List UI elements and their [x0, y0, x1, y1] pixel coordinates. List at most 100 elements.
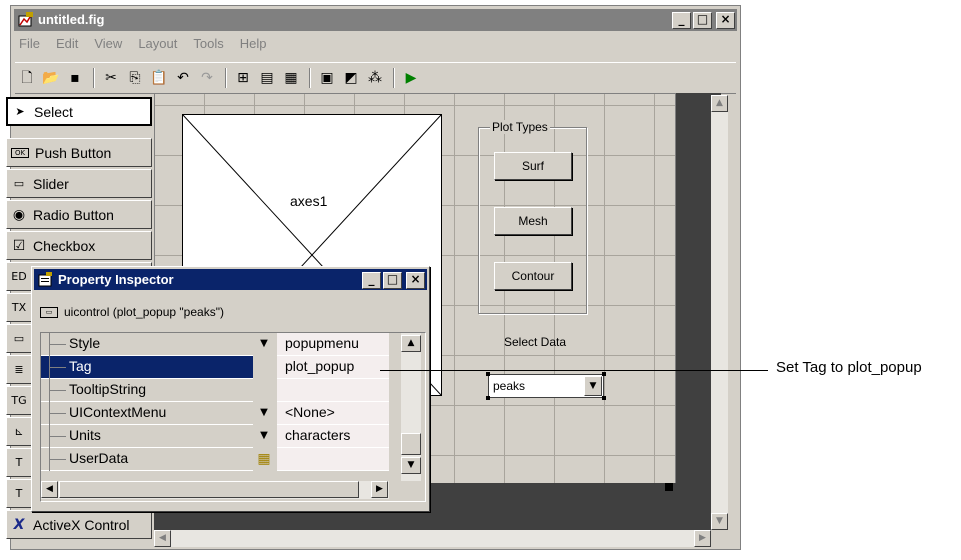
chevron-down-icon[interactable]: ▼	[584, 376, 602, 396]
scroll-thumb[interactable]	[401, 433, 421, 455]
palette-select[interactable]: ➤ Select	[6, 97, 152, 126]
property-value-text: characters	[285, 427, 351, 443]
property-value[interactable]: characters	[277, 425, 389, 448]
chevron-down-icon[interactable]: ▼	[253, 404, 275, 422]
contour-button[interactable]: Contour	[494, 262, 572, 290]
property-name-text: UserData	[69, 450, 129, 466]
inspector-object-label: uicontrol (plot_popup "peaks")	[64, 305, 224, 319]
palette-checkbox[interactable]: ☑ Checkbox	[6, 231, 152, 260]
selection-handle[interactable]	[486, 396, 490, 400]
axes-label: axes1	[288, 193, 330, 209]
horizontal-scrollbar[interactable]: ◀ ▶	[154, 530, 711, 547]
chevron-down-icon[interactable]: ▼	[253, 427, 275, 445]
property-inspector-icon	[38, 272, 52, 287]
menu-tools[interactable]: Tools	[191, 35, 225, 55]
property-value[interactable]	[277, 448, 389, 471]
scroll-up-icon[interactable]: ▲	[711, 95, 728, 112]
surf-button[interactable]: Surf	[494, 152, 572, 180]
inspector-minimize-button[interactable]: _	[362, 272, 381, 289]
edit-text-icon: ED	[11, 270, 27, 283]
property-value-text: <None>	[285, 404, 335, 420]
property-name-text: TooltipString	[69, 381, 147, 397]
palette-label: Push Button	[35, 144, 112, 161]
menu-edit[interactable]: Edit	[54, 35, 80, 55]
inspector-title: Property Inspector	[58, 272, 174, 287]
property-inspector-icon[interactable]: ◩	[341, 68, 361, 88]
palette-label: ActiveX Control	[33, 516, 130, 533]
property-row-uicontextmenu[interactable]: UIContextMenu ▼ <None>	[41, 402, 423, 425]
menu-help[interactable]: Help	[238, 35, 269, 55]
property-row-userdata[interactable]: UserData ▦	[41, 448, 423, 471]
object-browser-icon[interactable]: ⁂	[365, 68, 385, 88]
listbox-icon: ≣	[14, 363, 24, 376]
tab-order-icon[interactable]: ▦	[281, 68, 301, 88]
property-name: Units	[41, 425, 253, 448]
scroll-up-icon[interactable]: ▲	[401, 335, 421, 352]
uicontrol-icon: ▭	[40, 306, 58, 318]
save-icon[interactable]: ▪	[65, 68, 85, 88]
property-name: Style	[41, 333, 253, 356]
menu-editor-icon[interactable]: ▤	[257, 68, 277, 88]
menu-file[interactable]: File	[17, 35, 42, 55]
title-bar: untitled.fig _ □ ×	[14, 9, 737, 31]
copy-icon[interactable]: ⎘	[125, 68, 145, 88]
property-row-units[interactable]: Units ▼ characters	[41, 425, 423, 448]
property-row-style[interactable]: Style ▼ popupmenu	[41, 333, 423, 356]
grid-editor-icon[interactable]: ▦	[253, 450, 275, 468]
inspector-vertical-scrollbar[interactable]: ▲ ▼	[401, 333, 421, 481]
scroll-thumb[interactable]	[59, 481, 359, 498]
scroll-left-icon[interactable]: ◀	[41, 481, 58, 498]
inspector-title-bar: Property Inspector _ □ ×	[34, 269, 427, 290]
palette-label: Checkbox	[33, 237, 96, 254]
selection-handle[interactable]	[602, 396, 606, 400]
property-value[interactable]: <None>	[277, 402, 389, 425]
property-row-tag[interactable]: Tag plot_popup	[41, 356, 423, 379]
selection-handle[interactable]	[602, 372, 606, 376]
mesh-button[interactable]: Mesh	[494, 207, 572, 235]
property-row-tooltipstring[interactable]: TooltipString	[41, 379, 423, 402]
menu-view[interactable]: View	[92, 35, 124, 55]
align-icon[interactable]: ⊞	[233, 68, 253, 88]
figure-icon	[18, 12, 33, 27]
open-icon[interactable]: 📂	[41, 68, 61, 88]
mfile-editor-icon[interactable]: ▣	[317, 68, 337, 88]
selection-handle[interactable]	[486, 372, 490, 376]
palette-activex[interactable]: X ActiveX Control	[6, 510, 152, 539]
palette-radio-button[interactable]: ◉ Radio Button	[6, 200, 152, 229]
resize-handle[interactable]	[665, 483, 673, 491]
menu-layout[interactable]: Layout	[136, 35, 179, 55]
property-value[interactable]	[277, 379, 389, 402]
chevron-down-icon[interactable]: ▼	[253, 335, 275, 353]
vertical-scrollbar[interactable]: ▲ ▼	[711, 95, 728, 530]
redo-icon[interactable]: ↷	[197, 68, 217, 88]
property-value[interactable]: popupmenu	[277, 333, 389, 356]
palette-slider[interactable]: ▭ Slider	[6, 169, 152, 198]
activex-icon: X	[13, 516, 25, 533]
property-name: Tag	[41, 356, 253, 379]
inspector-close-button[interactable]: ×	[406, 272, 425, 289]
run-icon[interactable]: ▶	[401, 68, 421, 88]
toolbar: 🗋 📂 ▪ ✂ ⎘ 📋 ↶ ↷ ⊞ ▤ ▦ ▣ ◩ ⁂ ▶	[15, 62, 736, 94]
axes-icon: ⊾	[14, 425, 24, 438]
scroll-right-icon[interactable]: ▶	[694, 530, 711, 547]
property-value[interactable]: plot_popup	[277, 356, 389, 379]
inspector-maximize-button[interactable]: □	[383, 272, 402, 289]
pointer-icon: ➤	[15, 105, 25, 118]
minimize-button[interactable]: _	[672, 12, 691, 29]
paste-icon[interactable]: 📋	[149, 68, 169, 88]
undo-icon[interactable]: ↶	[173, 68, 193, 88]
scroll-down-icon[interactable]: ▼	[401, 457, 421, 474]
property-name-text: UIContextMenu	[69, 404, 167, 420]
scroll-down-icon[interactable]: ▼	[711, 513, 728, 530]
callout-text: Set Tag to plot_popup	[776, 359, 922, 376]
cut-icon[interactable]: ✂	[101, 68, 121, 88]
plot-popup[interactable]: peaks ▼	[488, 374, 604, 398]
inspector-horizontal-scrollbar[interactable]: ◀ ▶	[41, 481, 389, 499]
property-table: Style ▼ popupmenu Tag plot_popup Tooltip…	[40, 332, 426, 502]
scroll-left-icon[interactable]: ◀	[154, 530, 171, 547]
palette-push-button[interactable]: OK Push Button	[6, 138, 152, 167]
maximize-button[interactable]: □	[693, 12, 712, 29]
new-icon[interactable]: 🗋	[17, 68, 37, 88]
close-button[interactable]: ×	[716, 12, 735, 29]
scroll-right-icon[interactable]: ▶	[371, 481, 388, 498]
